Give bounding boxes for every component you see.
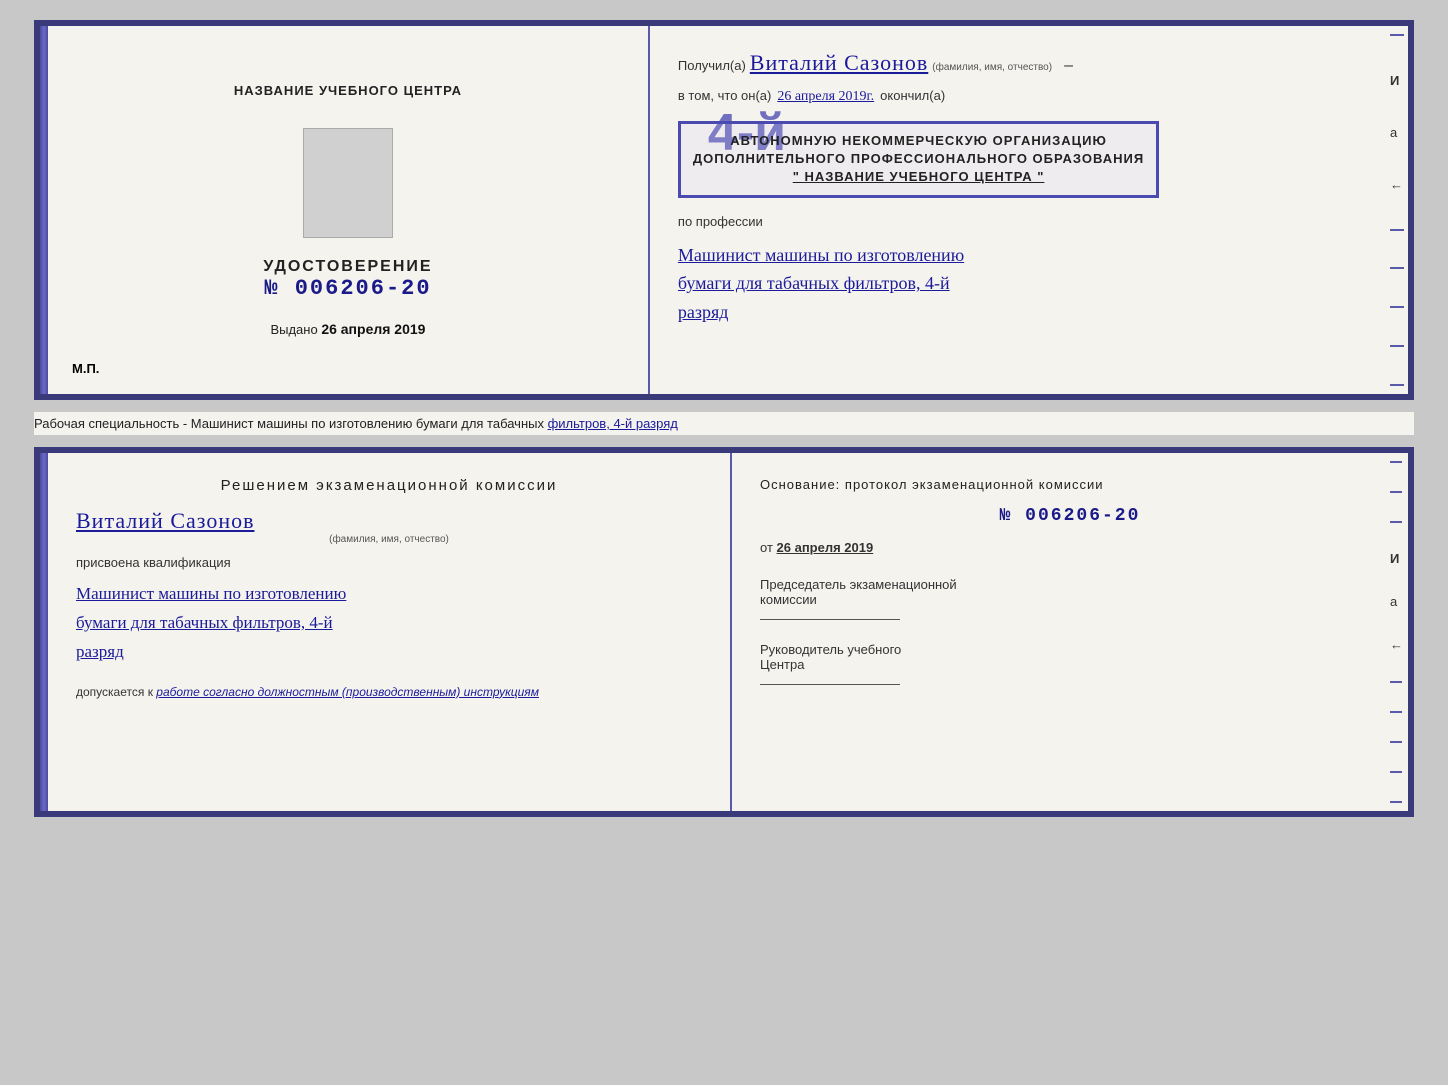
bottom-left-page: Решением экзаменационной комиссии Витали… [48,453,732,811]
arrow-top: ← [1390,177,1408,192]
prof-line2: бумаги для табачных фильтров, 4-й [678,273,950,293]
bottom-cert-number: № 006206-20 [760,506,1380,526]
stamp-line1: АВТОНОМНУЮ НЕКОММЕРЧЕСКУЮ ОРГАНИЗАЦИЮ [693,132,1144,150]
top-certificate-book: НАЗВАНИЕ УЧЕБНОГО ЦЕНТРА УДОСТОВЕРЕНИЕ №… [34,20,1414,400]
i-label-top: И [1390,73,1408,88]
prof-line3: разряд [678,302,729,322]
bottom-certificate-book: Решением экзаменационной комиссии Витали… [34,447,1414,817]
dopusk-value: работе согласно должностным (производств… [156,685,539,699]
separator-text: Рабочая специальность - Машинист машины … [34,412,1414,435]
deco-dash-3 [1390,267,1404,269]
org-name-header: НАЗВАНИЕ УЧЕБНОГО ЦЕНТРА [234,83,462,98]
a-label-bottom: а [1390,594,1408,609]
book-spine-top [40,26,48,394]
udostoverenie-title: УДОСТОВЕРЕНИЕ [263,258,432,276]
book-spine-bottom [40,453,48,811]
prisvoena-label: присвоена квалификация [76,555,702,570]
bottom-name-block: Виталий Сазонов (фамилия, имя, отчество) [76,504,702,545]
deco-b-1 [1390,461,1402,463]
vydano-label: Выдано [270,322,317,337]
rukovoditel-block: Руководитель учебного Центра [760,642,1380,685]
ot-date-value: 26 апреля 2019 [777,540,874,555]
stamp-area: 4-й АВТОНОМНУЮ НЕКОММЕРЧЕСКУЮ ОРГАНИЗАЦИ… [678,121,1380,198]
poluchil-label: Получил(а) [678,58,746,73]
vtom-date: 26 апреля 2019г. [777,89,874,105]
po-professii-label: по профессии [678,214,1380,229]
recipient-name: Виталий Сазонов [750,50,928,76]
deco-dash-6 [1390,384,1404,386]
i-label-bottom: И [1390,551,1408,566]
deco-b-2 [1390,491,1402,493]
bottom-profession: Машинист машины по изготовлению бумаги д… [76,580,702,667]
profession-top: Машинист машины по изготовлению бумаги д… [678,241,1380,327]
predsedatel-block: Председатель экзаменационной комиссии [760,577,1380,620]
predsedatel-title: Председатель экзаменационной [760,577,1380,592]
deco-dash-4 [1390,306,1404,308]
bottom-fio-sublabel: (фамилия, имя, отчество) [76,534,702,545]
bottom-prof-line2: бумаги для табачных фильтров, 4-й [76,613,333,632]
arrow-bottom: ← [1390,637,1408,652]
deco-b-7 [1390,771,1402,773]
deco-b-8 [1390,801,1402,803]
bottom-recipient-name: Виталий Сазонов [76,508,702,534]
separator-main: Рабочая специальность - Машинист машины … [34,416,548,431]
predsedatel-signature [760,619,900,620]
vydano-line: Выдано 26 апреля 2019 [270,321,425,337]
bottom-prof-line1: Машинист машины по изготовлению [76,584,346,603]
rukovoditel-signature [760,684,900,685]
deco-b-3 [1390,521,1402,523]
ot-date-line: от 26 апреля 2019 [760,540,1380,555]
ot-label: от [760,540,773,555]
rukovoditel-subtitle: Центра [760,657,1380,672]
dopusk-label: допускается к [76,685,153,699]
stamp-line2: ДОПОЛНИТЕЛЬНОГО ПРОФЕССИОНАЛЬНОГО ОБРАЗО… [693,150,1144,168]
document-container: НАЗВАНИЕ УЧЕБНОГО ЦЕНТРА УДОСТОВЕРЕНИЕ №… [34,20,1414,817]
poluchil-line: Получил(а) Виталий Сазонов (фамилия, имя… [678,50,1380,76]
deco-b-4 [1390,681,1402,683]
dash-top: – [1064,57,1073,75]
cert-number-top: № 006206-20 [264,276,431,301]
stamp-box: АВТОНОМНУЮ НЕКОММЕРЧЕСКУЮ ОРГАНИЗАЦИЮ ДО… [678,121,1159,198]
stamp-line3: " НАЗВАНИЕ УЧЕБНОГО ЦЕНТРА " [693,168,1144,186]
deco-dash-5 [1390,345,1404,347]
prof-line1: Машинист машины по изготовлению [678,245,964,265]
reshen-title: Решением экзаменационной комиссии [76,477,702,494]
bottom-right-page: Основание: протокол экзаменационной коми… [732,453,1408,811]
a-label-top: а [1390,125,1408,140]
osnov-label: Основание: протокол экзаменационной коми… [760,477,1380,492]
rukovoditel-title: Руководитель учебного [760,642,1380,657]
bottom-prof-line3: разряд [76,642,124,661]
photo-placeholder [303,128,393,238]
deco-dash-1 [1390,34,1404,36]
right-decorations-bottom: И а ← [1390,453,1408,811]
fio-sublabel-top: (фамилия, имя, отчество) [932,62,1052,73]
dopuskaetsya-line: допускается к работе согласно должностны… [76,685,702,699]
right-decorations-top: И а ← [1390,26,1408,394]
deco-dash-2 [1390,229,1404,231]
vydano-date: 26 апреля 2019 [321,321,425,337]
vtom-label: в том, что он(а) [678,88,771,103]
top-right-page: Получил(а) Виталий Сазонов (фамилия, имя… [650,26,1408,394]
predsedatel-subtitle: комиссии [760,592,1380,607]
mp-label: М.П. [72,361,99,376]
okonchil-label: окончил(а) [880,88,945,103]
deco-b-6 [1390,741,1402,743]
deco-b-5 [1390,711,1402,713]
separator-underline: фильтров, 4-й разряд [548,416,678,431]
top-left-page: НАЗВАНИЕ УЧЕБНОГО ЦЕНТРА УДОСТОВЕРЕНИЕ №… [48,26,650,394]
